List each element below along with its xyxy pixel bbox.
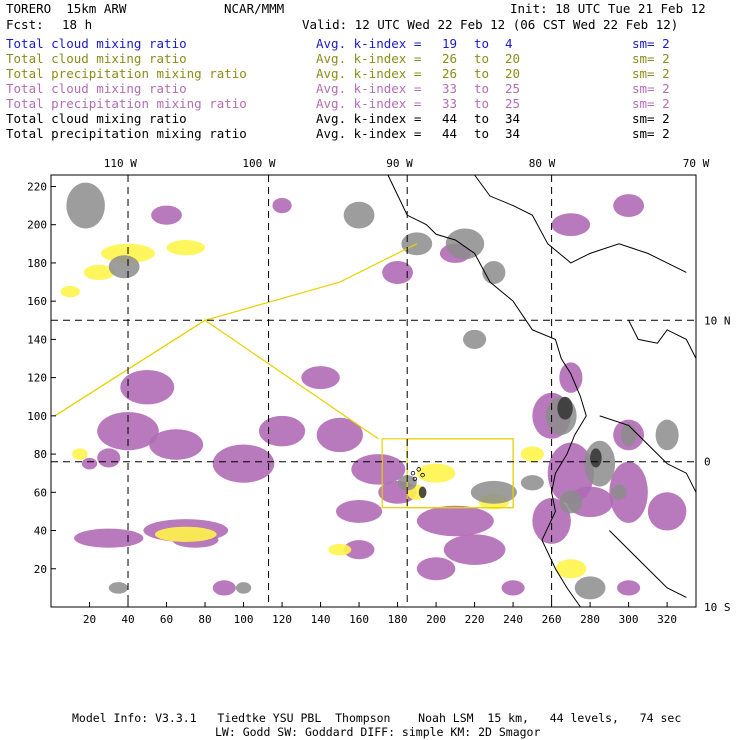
x-tick-label: 240: [503, 613, 523, 626]
x-tick-label: 160: [349, 613, 369, 626]
gray-cloud-area: [655, 419, 679, 451]
x-tick-label: 120: [272, 613, 292, 626]
gray-cloud-area: [66, 182, 105, 229]
y-tick-label: 200: [27, 219, 47, 232]
yellow-cloud-area: [328, 543, 352, 556]
cloud-fields: [60, 182, 687, 600]
purple-cloud-area: [617, 580, 641, 596]
x-tick-label: 220: [465, 613, 485, 626]
gray-cloud-area: [482, 261, 506, 284]
dark-cloud-core: [590, 448, 602, 468]
purple-cloud-area: [416, 557, 456, 581]
purple-cloud-area: [120, 369, 175, 405]
x-tick-label: 40: [121, 613, 134, 626]
purple-cloud-area: [301, 366, 340, 390]
purple-cloud-area: [647, 492, 687, 531]
x-tick-label: 260: [542, 613, 562, 626]
purple-cloud-area: [212, 580, 236, 596]
purple-cloud-area: [351, 454, 406, 485]
weather-map: 20 40 60 80 100 120 140 160 180 200 220 240 260 280 30…: [27, 157, 731, 626]
latitude-label: 10 S: [704, 601, 731, 614]
gray-cloud-area: [574, 576, 606, 600]
purple-cloud-area: [416, 505, 494, 537]
purple-cloud-area: [81, 457, 98, 470]
purple-cloud-area: [272, 197, 292, 214]
gray-cloud-area: [445, 228, 485, 260]
y-tick-label: 60: [34, 486, 47, 499]
x-tick-label: 60: [160, 613, 173, 626]
x-tick-label: 100: [234, 613, 254, 626]
longitude-label: 80 W: [529, 157, 556, 170]
purple-cloud-area: [212, 444, 275, 483]
longitude-label: 110 W: [104, 157, 137, 170]
latitude-label: 0: [704, 456, 711, 469]
purple-cloud-area: [501, 580, 525, 596]
coastlines: [387, 174, 697, 608]
x-tick-label: 180: [388, 613, 408, 626]
purple-cloud-area: [559, 362, 583, 393]
gray-cloud-area: [108, 582, 129, 594]
purple-cloud-area: [443, 534, 506, 565]
x-tick-label: 200: [426, 613, 446, 626]
y-tick-label: 180: [27, 257, 47, 270]
gray-cloud-area: [463, 329, 487, 349]
purple-cloud-area: [613, 194, 645, 218]
yellow-cloud-area: [60, 285, 80, 298]
purple-cloud-area: [149, 429, 204, 460]
x-tick-label: 300: [619, 613, 639, 626]
footer-physics-info: LW: Godd SW: Goddard DIFF: simple KM: 2D…: [215, 725, 541, 739]
gray-cloud-area: [559, 490, 583, 514]
longitude-label: 90 W: [386, 157, 413, 170]
gray-cloud-area: [108, 255, 140, 279]
gray-cloud-area: [235, 582, 252, 594]
purple-cloud-area: [382, 261, 413, 284]
x-tick-label: 80: [198, 613, 211, 626]
galapagos-island: [410, 470, 416, 476]
x-tick-label: 140: [311, 613, 331, 626]
latitude-label: 10 N: [704, 314, 731, 327]
gray-cloud-area: [343, 201, 375, 229]
x-tick-label: 20: [83, 613, 96, 626]
purple-cloud-area: [97, 448, 121, 468]
longitude-label: 100 W: [242, 157, 275, 170]
north-coast-south-america: [628, 320, 697, 359]
yellow-cloud-area: [154, 526, 217, 543]
y-tick-label: 40: [34, 525, 47, 538]
gray-cloud-area: [520, 475, 544, 491]
y-tick-label: 80: [34, 448, 47, 461]
footer-model-info: Model Info: V3.3.1 Tiedtke YSU PBL Thomp…: [72, 711, 682, 725]
y-tick-label: 100: [27, 410, 47, 423]
purple-cloud-area: [551, 213, 591, 237]
gray-cloud-area: [620, 423, 637, 447]
y-tick-label: 140: [27, 333, 47, 346]
dark-cloud-core: [557, 396, 573, 420]
y-tick-label: 120: [27, 372, 47, 385]
yellow-cloud-area: [166, 239, 206, 256]
gray-cloud-area: [611, 484, 627, 500]
y-tick-label: 160: [27, 295, 47, 308]
longitude-label: 70 W: [683, 157, 710, 170]
dark-cloud-core: [418, 486, 427, 499]
y-tick-label: 20: [34, 563, 47, 576]
yellow-cloud-area: [72, 448, 88, 460]
yellow-cloud-area: [520, 446, 544, 462]
y-tick-label: 220: [27, 180, 47, 193]
x-tick-label: 280: [580, 613, 600, 626]
gray-cloud-area: [470, 480, 517, 504]
purple-cloud-area: [335, 499, 383, 523]
purple-cloud-area: [258, 415, 306, 447]
purple-cloud-area: [74, 528, 144, 548]
purple-cloud-area: [151, 205, 182, 225]
x-tick-label: 320: [657, 613, 677, 626]
